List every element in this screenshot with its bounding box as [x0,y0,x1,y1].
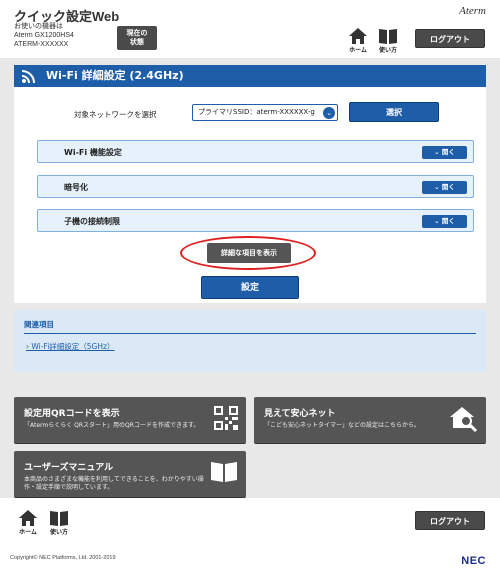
card-desc: 「こども安心ネットタイマー」などの設定はこちらから。 [264,422,421,429]
ssid-select-value: プライマリSSID：aterm-XXXXXX-g [198,108,315,116]
page-title: Wi-Fi 詳細設定 (2.4GHz) [46,69,184,82]
header: クイック設定Web お使いの機器は Aterm GX1200HS4 ATERM-… [0,0,500,58]
card-desc: 本商品のさまざまな機能を利用してできることを、わかりやすい操作・設定手順で説明し… [24,476,204,491]
related-link-5ghz[interactable]: › Wi-Fi詳細設定（5GHz） [26,341,114,352]
related-divider [24,333,476,334]
logout-button[interactable]: ログアウト [415,29,485,48]
mieru-anshin-card[interactable]: 見えて安心ネット 「こども安心ネットタイマー」などの設定はこちらから。 [254,397,486,444]
open-label: 開く [441,148,455,156]
open-label: 開く [441,183,455,191]
book-icon [211,462,237,482]
target-network-label: 対象ネットワークを選択 [74,110,157,119]
qr-code-icon [214,406,238,430]
footer-usage-button[interactable]: 使い方 [46,510,72,536]
open-button[interactable]: ⌄ 開く [422,181,467,194]
footer-logout-button[interactable]: ログアウト [415,511,485,530]
card-desc: 「Atermらくらく QRスタート」用のQRコードを作成できます。 [24,422,200,429]
card-title: 見えて安心ネット [264,409,336,419]
card-title: ユーザーズマニュアル [24,463,114,473]
copyright: Copyright© NEC Platforms, Ltd. 2001-2019 [10,555,116,561]
content-panel: 対象ネットワークを選択 プライマリSSID：aterm-XXXXXX-g ⌄ 選… [14,87,486,303]
open-label: 開く [441,217,455,225]
aterm-logo: Aterm [459,5,486,17]
select-button[interactable]: 選択 [349,102,439,122]
status-button-line1: 現在の [126,29,148,37]
accordion-label: Wi-Fi 機能設定 [64,148,122,157]
chevron-down-icon: ⌄ [323,107,335,119]
status-button-line2: 状態 [130,38,144,46]
device-ssid: ATERM-XXXXXX [14,41,69,48]
book-icon [50,511,68,526]
house-search-icon [450,407,478,432]
home-icon [19,510,37,526]
open-button[interactable]: ⌄ 開く [422,146,467,159]
home-icon [349,28,367,44]
home-button[interactable]: ホーム [345,28,371,54]
main-area: Wi-Fi 詳細設定 (2.4GHz) 対象ネットワークを選択 プライマリSSI… [0,58,500,498]
chevron-down-icon: ⌄ [434,183,442,191]
section-header: Wi-Fi 詳細設定 (2.4GHz) [14,65,486,87]
related-link-label: Wi-Fi詳細設定（5GHz） [31,342,115,351]
current-status-button[interactable]: 現在の 状態 [117,26,157,50]
accordion-client-restriction[interactable]: 子機の接続制限 ⌄ 開く [37,209,474,232]
highlight-ellipse [180,236,316,270]
related-items-panel: 関連項目 › Wi-Fi詳細設定（5GHz） [14,310,486,372]
save-button[interactable]: 設定 [201,276,299,299]
card-title: 設定用QRコードを表示 [24,409,120,419]
usage-button[interactable]: 使い方 [375,28,401,54]
usage-label: 使い方 [378,47,397,54]
wifi-icon [22,70,35,83]
nec-logo: NEC [461,555,486,567]
accordion-label: 暗号化 [64,183,88,192]
footer-home-label: ホーム [19,529,37,536]
accordion-label: 子機の接続制限 [64,217,120,226]
chevron-down-icon: ⌄ [434,148,442,156]
chevron-down-icon: ⌄ [434,217,442,225]
device-model: Aterm GX1200HS4 [14,32,74,39]
book-icon [379,29,397,44]
home-label: ホーム [349,47,367,54]
footer: ホーム 使い方 ログアウト Copyright© NEC Platforms, … [0,498,500,579]
accordion-encryption[interactable]: 暗号化 ⌄ 開く [37,175,474,198]
ssid-select[interactable]: プライマリSSID：aterm-XXXXXX-g ⌄ [192,104,338,121]
device-label: お使いの機器は [14,23,63,30]
open-button[interactable]: ⌄ 開く [422,215,467,228]
accordion-wifi-function[interactable]: Wi-Fi 機能設定 ⌄ 開く [37,140,474,163]
footer-home-button[interactable]: ホーム [15,510,41,536]
related-title: 関連項目 [24,320,54,329]
qr-code-card[interactable]: 設定用QRコードを表示 「Atermらくらく QRスタート」用のQRコードを作成… [14,397,246,444]
footer-usage-label: 使い方 [49,529,68,536]
users-manual-card[interactable]: ユーザーズマニュアル 本商品のさまざまな機能を利用してできることを、わかりやすい… [14,451,246,498]
